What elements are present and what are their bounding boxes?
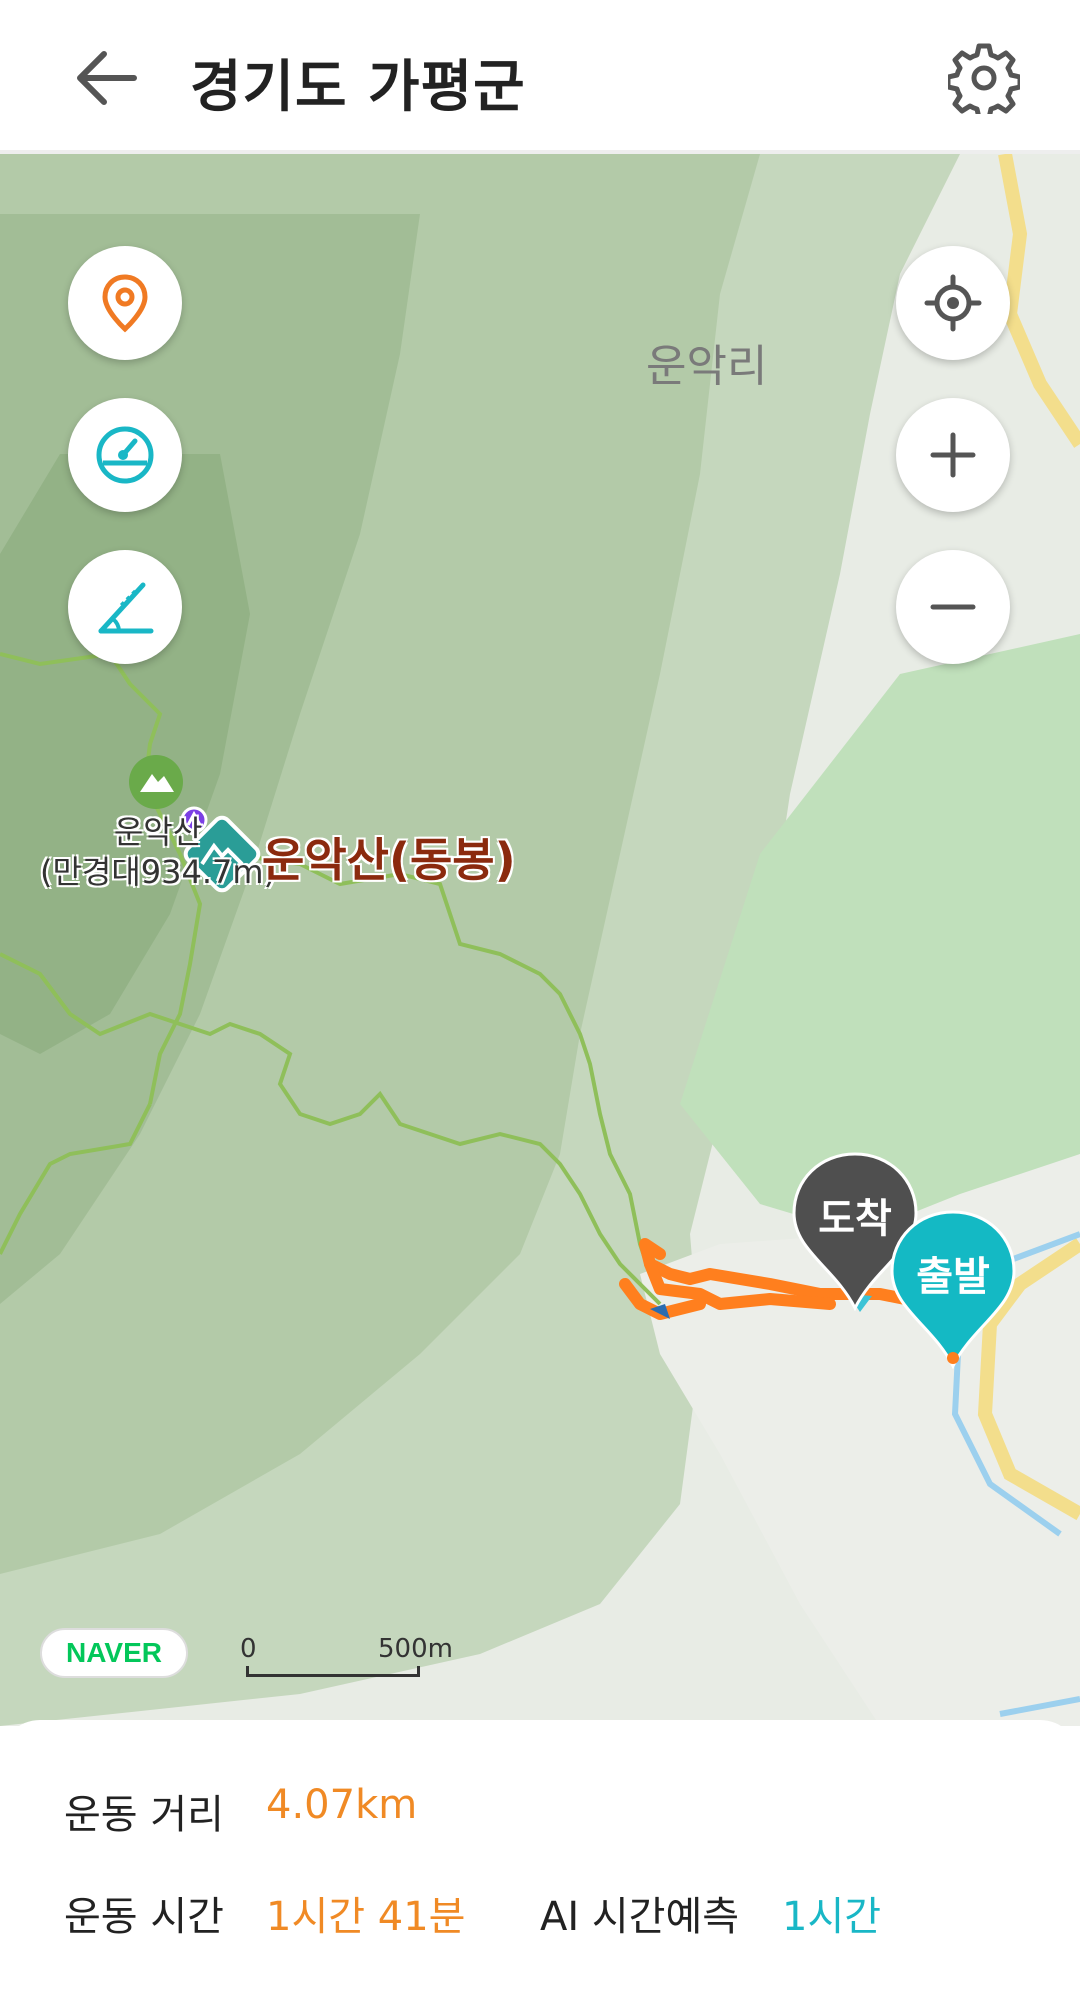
departure-label: 출발 [916, 1254, 990, 1300]
distance-label: 운동 거리 [64, 1792, 224, 1838]
distance-value: 4.07km [266, 1782, 418, 1828]
ai-estimate-value: 1시간 [782, 1894, 882, 1940]
scale-bar [246, 1666, 420, 1677]
location-pin-icon [102, 274, 148, 333]
time-label: 운동 시간 [64, 1894, 224, 1940]
app-header: 경기도 가평군 [0, 0, 1080, 154]
plus-icon [930, 432, 976, 478]
time-value: 1시간 41분 [266, 1894, 466, 1940]
peak-label-secondary-name: 운악산 [113, 813, 203, 851]
speed-gauge-button[interactable] [68, 398, 182, 512]
naver-logo: NAVER [40, 1628, 188, 1678]
gear-icon [945, 43, 1023, 121]
location-pin-button[interactable] [68, 246, 182, 360]
peak-label: 운악산(동봉) [262, 833, 516, 887]
map-terrain [0, 154, 1080, 1726]
place-label: 운악리 [646, 341, 768, 392]
minus-icon [930, 604, 976, 610]
scale-start-label: 0 [240, 1634, 257, 1664]
zoom-out-button[interactable] [896, 550, 1010, 664]
stats-panel: 운동 거리 4.07km 운동 시간 1시간 41분 AI 시간예측 1시간 [0, 1720, 1080, 2007]
settings-button[interactable] [945, 42, 1023, 121]
mountain-marker-icon [129, 755, 183, 809]
slope-angle-button[interactable] [68, 550, 182, 664]
departure-marker[interactable]: 출발 [888, 1208, 1018, 1370]
peak-label-secondary: 운악산 (만경대934.7m) [38, 812, 278, 892]
page-title: 경기도 가평군 [190, 55, 526, 120]
scale-end-label: 500m [378, 1634, 453, 1664]
zoom-in-button[interactable] [896, 398, 1010, 512]
back-button[interactable] [72, 46, 142, 110]
peak-label-secondary-height: (만경대934.7m) [39, 853, 277, 891]
ai-estimate-label: AI 시간예측 [540, 1894, 740, 1940]
slope-angle-icon [98, 582, 154, 634]
my-location-button[interactable] [896, 246, 1010, 360]
speedometer-icon [96, 426, 154, 484]
crosshair-icon [924, 274, 982, 332]
map-view[interactable]: 운악리 운악산 (만경대934.7m) 운악산(동봉) 도착 출발 NAVER … [0, 154, 1080, 1726]
arrow-left-icon [77, 51, 137, 105]
